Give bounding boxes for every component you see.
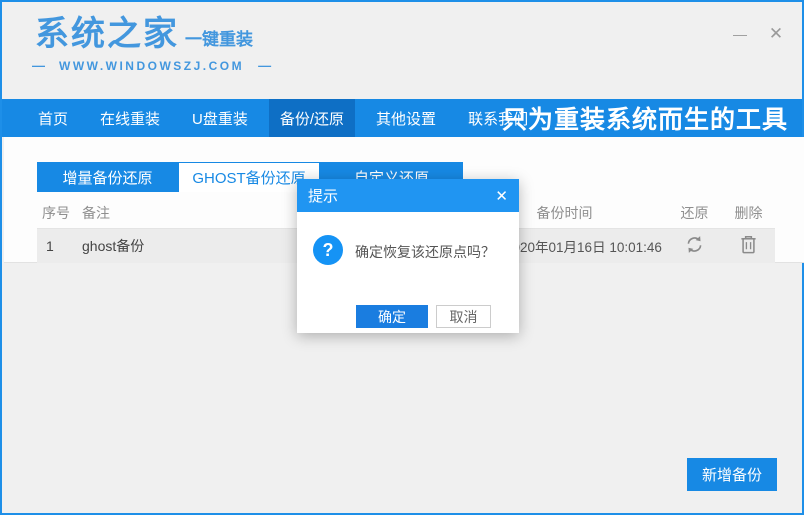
site-url: WWW.WINDOWSZJ.COM	[59, 58, 245, 73]
trash-icon	[739, 234, 758, 258]
dash-right: —	[258, 58, 272, 73]
close-icon[interactable]: ✕	[766, 24, 786, 44]
titlebar: 系统之家 一键重装 — WWW.WINDOWSZJ.COM — — ✕	[2, 2, 802, 99]
restore-button[interactable]	[667, 234, 722, 258]
dialog-cancel-button[interactable]: 取消	[436, 305, 491, 328]
question-icon: ?	[313, 235, 343, 265]
brand-logo: 系统之家 一键重装	[35, 15, 253, 53]
nav-slogan: 只为重装系统而生的工具	[501, 106, 788, 134]
row-index: 1	[46, 238, 54, 254]
refresh-icon	[684, 234, 705, 258]
add-backup-button[interactable]: 新增备份	[687, 458, 777, 491]
dialog-ok-button[interactable]: 确定	[356, 305, 428, 328]
confirm-dialog: 提示 ✕ ? 确定恢复该还原点吗？ 确定 取消	[297, 179, 519, 333]
delete-button[interactable]	[722, 234, 775, 258]
col-header-delete: 删除	[734, 205, 763, 221]
window-controls: — ✕	[730, 24, 786, 44]
minimize-icon[interactable]: —	[730, 24, 750, 44]
nav-item-backup-restore[interactable]: 备份/还原	[268, 99, 356, 137]
nav-item-home[interactable]: 首页	[27, 99, 79, 137]
nav-item-other-settings[interactable]: 其他设置	[365, 99, 447, 137]
main-nav: 首页 在线重装 U盘重装 备份/还原 其他设置 联系我们 只为重装系统而生的工具	[2, 99, 802, 137]
tab-incremental-backup-restore[interactable]: 增量备份还原	[37, 162, 178, 192]
nav-item-usb-reinstall[interactable]: U盘重装	[181, 99, 259, 137]
dialog-message: 确定恢复该还原点吗？	[355, 244, 495, 260]
nav-items: 首页 在线重装 U盘重装 备份/还原 其他设置 联系我们	[2, 99, 544, 137]
logo-subtitle: 一键重装	[185, 30, 253, 50]
nav-item-online-reinstall[interactable]: 在线重装	[89, 99, 171, 137]
logo-text: 系统之家	[35, 15, 179, 53]
dialog-close-icon[interactable]: ✕	[495, 187, 508, 205]
col-header-index: 序号	[42, 205, 70, 221]
col-header-restore: 还原	[680, 205, 709, 221]
site-url-row: — WWW.WINDOWSZJ.COM —	[32, 58, 271, 73]
dialog-title: 提示	[308, 188, 339, 205]
app-window: 系统之家 一键重装 — WWW.WINDOWSZJ.COM — — ✕ 首页 在…	[0, 0, 804, 515]
dialog-header: 提示 ✕	[297, 179, 519, 212]
dash-left: —	[32, 58, 45, 73]
